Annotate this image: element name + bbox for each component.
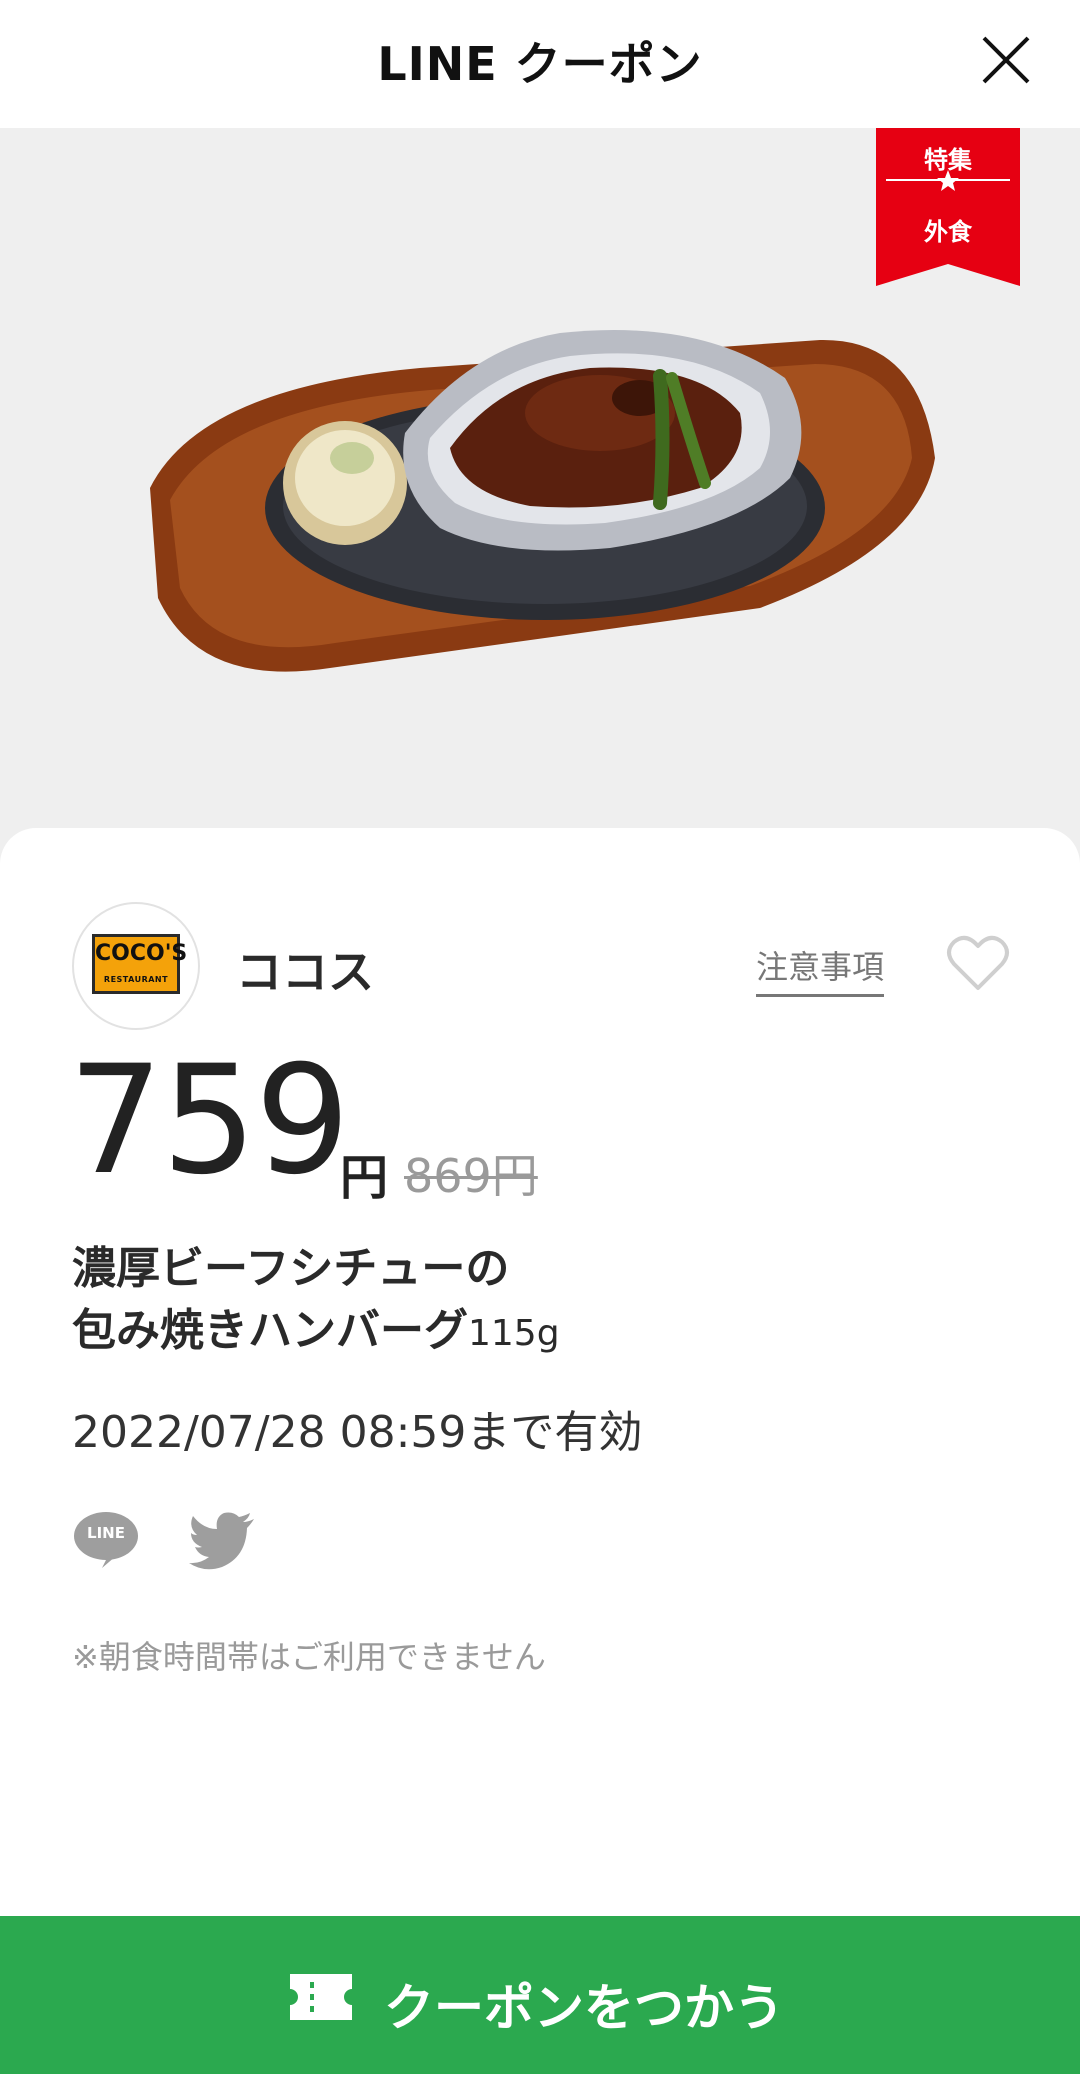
close-button[interactable] xyxy=(976,30,1036,90)
store-logo-brand: COCO'S xyxy=(95,941,188,966)
share-line-button[interactable]: LINE xyxy=(72,1510,140,1570)
share-twitter-button[interactable] xyxy=(188,1512,256,1570)
usage-note: ※朝食時間帯はご利用できません xyxy=(72,1638,546,1676)
favorite-button[interactable] xyxy=(946,934,1010,994)
use-coupon-button[interactable]: クーポンをつかう xyxy=(0,1916,1080,2074)
coupon-card: COCO'S RESTAURANT ココス 注意事項 759 円 869円 濃厚… xyxy=(0,828,1080,1918)
price-unit: 円 xyxy=(340,1150,389,1206)
ribbon-label-bottom: 外食 xyxy=(924,218,972,246)
notes-link[interactable]: 注意事項 xyxy=(756,942,885,997)
coupon-title-weight: 115g xyxy=(468,1313,560,1354)
coupon-title-text: 包み焼きハンバーグ xyxy=(72,1305,468,1356)
original-price: 869円 xyxy=(404,1149,538,1203)
close-icon xyxy=(982,36,1030,84)
store-logo-badge: COCO'S RESTAURANT xyxy=(92,934,188,994)
feature-ribbon: 特集 外食 xyxy=(876,128,1020,288)
share-line-label: LINE xyxy=(87,1524,125,1542)
ribbon-label-top: 特集 xyxy=(924,146,972,174)
store-logo-sub: RESTAURANT xyxy=(103,975,169,984)
heart-icon xyxy=(947,935,1009,990)
app-header: LINE クーポン xyxy=(0,0,1080,128)
coupon-title-line2: 包み焼きハンバーグ115g xyxy=(72,1300,972,1365)
page-title: LINE クーポン xyxy=(377,37,703,91)
coupon-title-line1: 濃厚ビーフシチューの xyxy=(72,1243,510,1294)
store-logo: COCO'S RESTAURANT xyxy=(72,902,200,1030)
discount-price: 759 xyxy=(68,1034,350,1208)
ticket-icon xyxy=(290,1974,352,2020)
store-name: ココス xyxy=(236,945,374,999)
coupon-title: 濃厚ビーフシチューの 包み焼きハンバーグ115g xyxy=(72,1238,972,1365)
use-coupon-label: クーポンをつかう xyxy=(384,1979,784,2037)
coupon-hero-image: 特集 外食 xyxy=(0,128,1080,868)
validity-date: 2022/07/28 08:59まで有効 xyxy=(72,1407,643,1458)
twitter-icon xyxy=(189,1512,254,1570)
